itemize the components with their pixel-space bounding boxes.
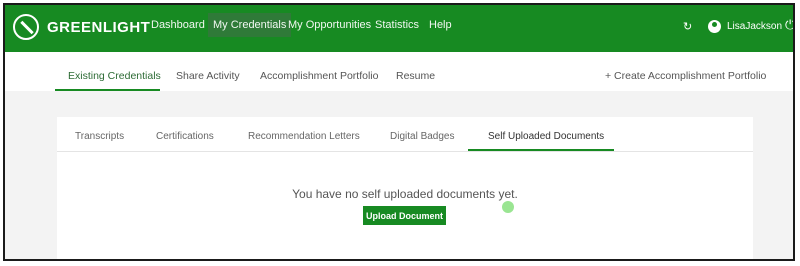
username[interactable]: LisaJackson	[727, 21, 782, 32]
active-tab-indicator	[468, 149, 614, 151]
greenlight-logo-icon[interactable]	[13, 14, 39, 40]
nav-item-help[interactable]: Help	[429, 19, 452, 31]
subnav-accomplishment-portfolio[interactable]: Accomplishment Portfolio	[260, 70, 378, 82]
upload-document-button[interactable]: Upload Document	[363, 206, 446, 225]
create-portfolio-link[interactable]: + Create Accomplishment Portfolio	[605, 70, 766, 82]
active-subnav-indicator	[55, 89, 160, 91]
tab-certifications[interactable]: Certifications	[156, 131, 214, 142]
nav-item-my-credentials[interactable]: My Credentials	[208, 13, 292, 37]
subnav-share-activity[interactable]: Share Activity	[176, 70, 240, 82]
nav-item-statistics[interactable]: Statistics	[375, 19, 419, 31]
refresh-icon[interactable]: ↻	[683, 20, 692, 33]
subnav-existing-credentials[interactable]: Existing Credentials	[68, 70, 161, 82]
brand-name[interactable]: GREENLIGHT	[47, 19, 150, 36]
credentials-subnav: Existing Credentials Share Activity Acco…	[5, 52, 793, 91]
document-tabs: Transcripts Certifications Recommendatio…	[57, 117, 753, 152]
top-navbar: GREENLIGHT Dashboard My Credentials My O…	[5, 5, 793, 52]
nav-item-dashboard[interactable]: Dashboard	[151, 19, 205, 31]
documents-card: Transcripts Certifications Recommendatio…	[57, 117, 753, 259]
subnav-resume[interactable]: Resume	[396, 70, 435, 82]
tab-self-uploaded-documents[interactable]: Self Uploaded Documents	[488, 131, 604, 142]
tab-transcripts[interactable]: Transcripts	[75, 131, 124, 142]
tab-recommendation-letters[interactable]: Recommendation Letters	[248, 131, 360, 142]
empty-state-message: You have no self uploaded documents yet.	[292, 187, 518, 201]
app-window: GREENLIGHT Dashboard My Credentials My O…	[3, 3, 795, 261]
power-icon[interactable]: ⏻	[785, 17, 793, 33]
mouse-cursor-highlight	[502, 201, 514, 213]
user-icon[interactable]	[708, 20, 721, 33]
tab-digital-badges[interactable]: Digital Badges	[390, 131, 454, 142]
nav-item-my-opportunities[interactable]: My Opportunities	[288, 19, 371, 31]
